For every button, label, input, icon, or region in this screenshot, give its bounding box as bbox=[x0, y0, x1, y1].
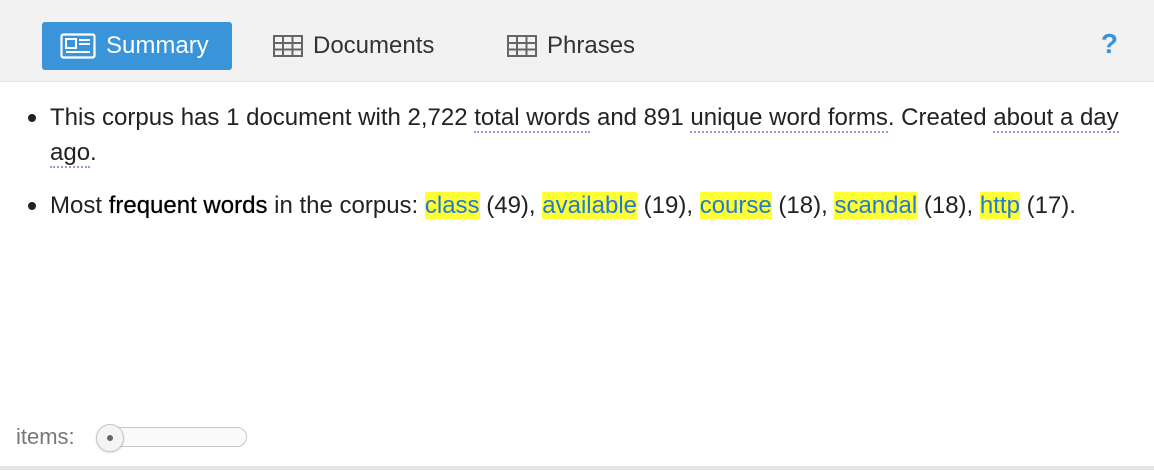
unique-word-forms-term[interactable]: unique word forms bbox=[690, 104, 888, 133]
tab-phrases-label: Phrases bbox=[547, 32, 636, 59]
term-count: (49) bbox=[486, 192, 529, 219]
frequent-text-prefix: Most bbox=[50, 192, 109, 219]
items-label: items: bbox=[16, 424, 75, 449]
table-icon bbox=[273, 35, 303, 57]
term-count: (18) bbox=[778, 192, 822, 219]
tab-documents-label: Documents bbox=[313, 32, 435, 59]
items-slider[interactable] bbox=[95, 424, 247, 452]
term-link[interactable]: available bbox=[542, 192, 637, 219]
help-icon[interactable]: ? bbox=[1101, 28, 1118, 60]
term-count: (17) bbox=[1026, 192, 1070, 219]
term-link[interactable]: course bbox=[699, 192, 772, 219]
separator: , bbox=[686, 192, 700, 219]
tab-summary-label: Summary bbox=[106, 32, 209, 59]
tab-summary[interactable]: Summary bbox=[42, 22, 232, 70]
stats-text-end: . bbox=[90, 139, 97, 166]
term-link[interactable]: class bbox=[424, 192, 480, 219]
corpus-stats-item: This corpus has 1 document with 2,722 to… bbox=[24, 100, 1124, 170]
frequent-text-mid: in the corpus: bbox=[267, 192, 425, 219]
panel-bottom-border bbox=[0, 466, 1154, 470]
table-icon bbox=[507, 35, 537, 57]
toolbar: Summary Documents Phrases ? bbox=[0, 0, 1154, 82]
stats-text-mid: and 891 bbox=[590, 104, 691, 131]
frequent-words-item: Most frequent words in the corpus: class… bbox=[24, 188, 1124, 223]
separator: , bbox=[528, 192, 543, 219]
separator: , bbox=[821, 192, 835, 219]
total-words-term[interactable]: total words bbox=[474, 104, 591, 133]
summary-panel: This corpus has 1 document with 2,722 to… bbox=[24, 100, 1124, 241]
term-count: (18) bbox=[923, 192, 967, 219]
stats-text-suffix: . Created bbox=[887, 104, 994, 131]
newspaper-icon bbox=[60, 33, 96, 59]
items-control: items: bbox=[16, 424, 247, 452]
summary-list: This corpus has 1 document with 2,722 to… bbox=[24, 100, 1124, 223]
tab-documents[interactable]: Documents bbox=[258, 22, 468, 70]
term-link[interactable]: scandal bbox=[834, 192, 918, 219]
frequent-words-label: frequent words bbox=[108, 192, 268, 219]
term-link[interactable]: http bbox=[979, 192, 1020, 219]
separator: , bbox=[966, 192, 980, 219]
stats-text-prefix: This corpus has 1 document with 2,722 bbox=[50, 104, 475, 131]
tab-phrases[interactable]: Phrases bbox=[492, 22, 662, 70]
slider-handle[interactable] bbox=[95, 424, 124, 452]
term-count: (19) bbox=[643, 192, 687, 219]
separator: . bbox=[1069, 192, 1076, 219]
